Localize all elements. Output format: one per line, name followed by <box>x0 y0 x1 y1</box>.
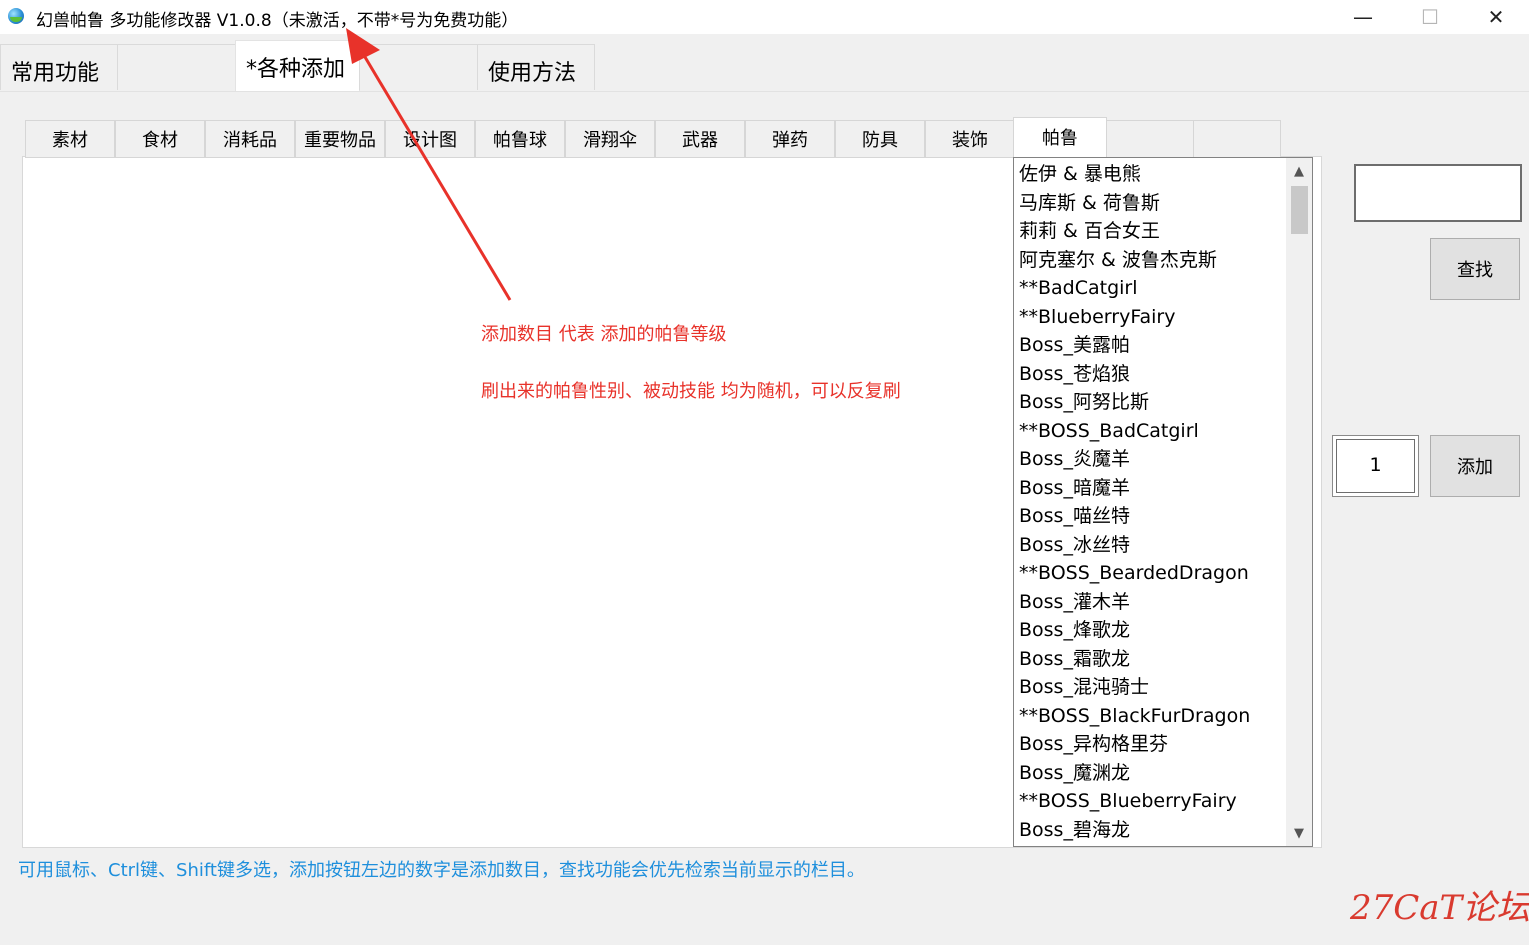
quantity-value[interactable]: 1 <box>1336 439 1415 493</box>
add-button[interactable]: 添加 <box>1430 435 1520 497</box>
search-input[interactable] <box>1354 164 1522 222</box>
annotation-arrow-icon <box>346 28 512 301</box>
annotation-line-1: 添加数目 代表 添加的帕鲁等级 <box>481 324 727 345</box>
quantity-field[interactable]: 1 <box>1332 435 1419 497</box>
annotation-line-2: 刷出来的帕鲁性别、被动技能 均为随机，可以反复刷 <box>481 381 901 402</box>
watermark-logo: 27CaT论坛 <box>1350 888 1529 928</box>
usage-hint: 可用鼠标、Ctrl键、Shift键多选，添加按钮左边的数字是添加数目，查找功能会… <box>18 860 865 881</box>
search-button[interactable]: 查找 <box>1430 238 1520 300</box>
